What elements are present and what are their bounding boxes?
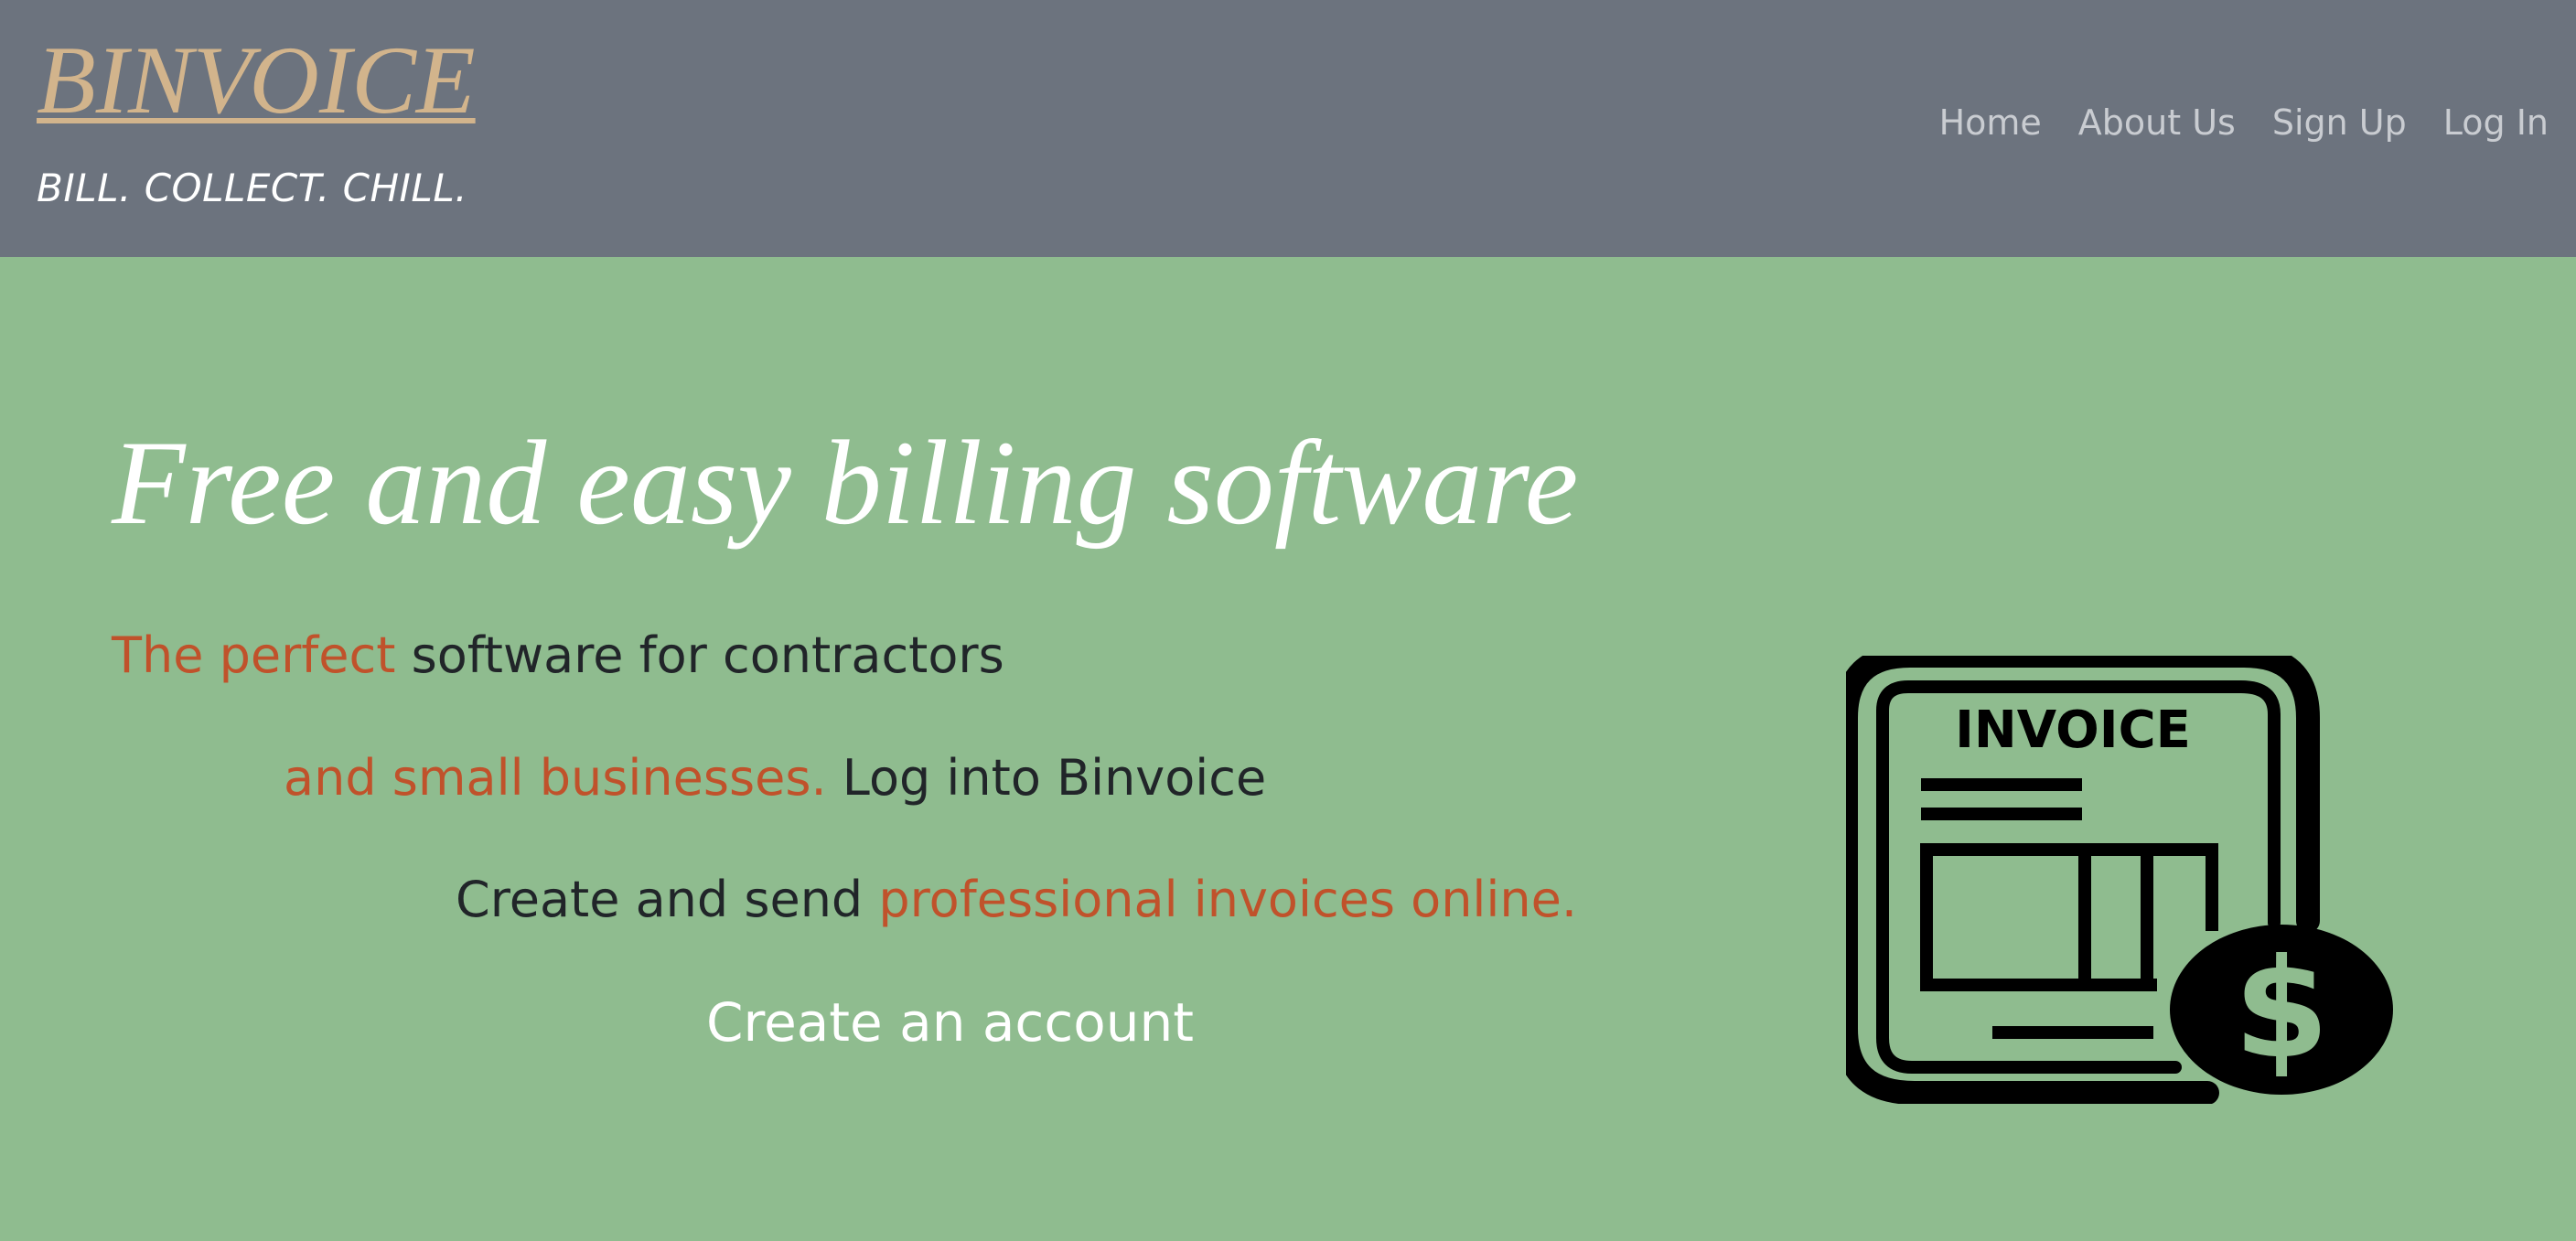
brand-tagline: BILL. COLLECT. CHILL.	[37, 166, 468, 210]
nav-about-us-link[interactable]: About Us	[2078, 102, 2236, 143]
hero-line-3-text: Create and send	[456, 871, 879, 928]
hero-line-3-accent: professional invoices online.	[878, 871, 1578, 928]
hero-line-small-businesses: and small businesses. Log into Binvoice	[284, 749, 1266, 807]
invoice-graphic-label: INVOICE	[1955, 701, 2191, 760]
hero-line-1-accent: The perfect	[112, 626, 396, 684]
hero-line-contractors: The perfect software for contractors	[112, 626, 1004, 684]
hero-title: Free and easy billing software	[112, 415, 1579, 550]
hero-line-2-accent: and small businesses.	[284, 749, 827, 807]
invoice-dollar-icon: INVOICE $	[1846, 656, 2393, 1104]
nav-log-in-link[interactable]: Log In	[2443, 102, 2549, 143]
site-header: BINVOICE BILL. COLLECT. CHILL. Home Abou…	[0, 0, 2576, 257]
main-nav: Home About Us Sign Up Log In	[1939, 102, 2549, 143]
dollar-icon: $	[2234, 930, 2329, 1089]
hero-line-2-text: Log into Binvoice	[826, 749, 1267, 807]
hero-section: Free and easy billing software The perfe…	[0, 257, 2576, 1241]
nav-home-link[interactable]: Home	[1939, 102, 2042, 143]
hero-line-1-text: software for contractors	[395, 626, 1004, 684]
create-account-link[interactable]: Create an account	[706, 991, 1194, 1054]
nav-sign-up-link[interactable]: Sign Up	[2272, 102, 2407, 143]
brand-logo-link[interactable]: BINVOICE	[37, 27, 476, 134]
hero-line-create-send: Create and send professional invoices on…	[456, 871, 1577, 928]
